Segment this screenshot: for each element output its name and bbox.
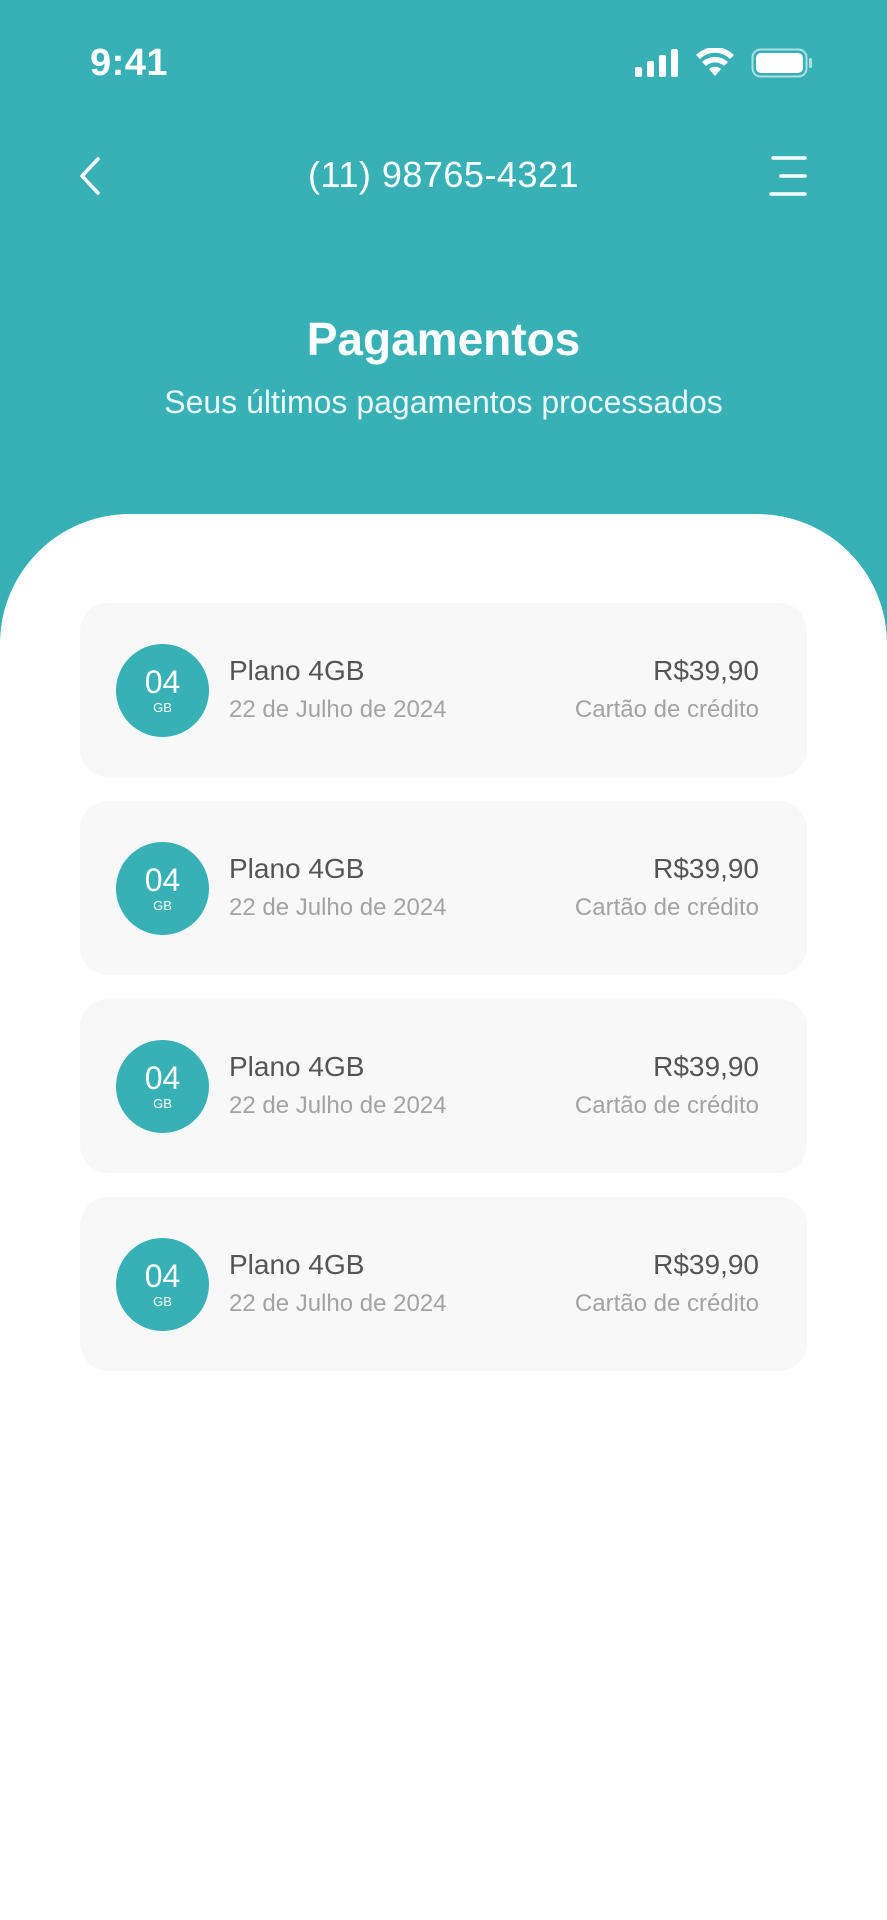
page-subtitle: Seus últimos pagamentos processados <box>164 384 723 420</box>
payment-card[interactable]: 04 GB Plano 4GB 22 de Julho de 2024 R$39… <box>80 1197 807 1371</box>
payment-method: Cartão de crédito <box>574 1290 759 1317</box>
wifi-icon <box>696 48 734 76</box>
badge-number: 04 <box>144 663 181 700</box>
top-navigation: (11) 98765-4321 <box>0 140 887 212</box>
payment-date: 22 de Julho de 2024 <box>229 1092 447 1119</box>
plan-badge: 04 GB <box>116 842 209 935</box>
payment-method: Cartão de crédito <box>574 1092 759 1119</box>
badge-number: 04 <box>144 861 181 898</box>
payment-card[interactable]: 04 GB Plano 4GB 22 de Julho de 2024 R$39… <box>80 603 807 777</box>
payment-card[interactable]: 04 GB Plano 4GB 22 de Julho de 2024 R$39… <box>80 801 807 975</box>
status-time: 9:41 <box>90 42 169 84</box>
payment-date: 22 de Julho de 2024 <box>229 1290 447 1317</box>
badge-unit: GB <box>153 1293 172 1309</box>
signal-icon <box>635 49 678 77</box>
status-bar: 9:41 <box>0 0 887 130</box>
badge-unit: GB <box>153 699 172 715</box>
plan-name: Plano 4GB <box>229 1249 365 1280</box>
plan-name: Plano 4GB <box>229 853 365 884</box>
payment-card[interactable]: 04 GB Plano 4GB 22 de Julho de 2024 R$39… <box>80 999 807 1173</box>
payment-method: Cartão de crédito <box>574 894 759 921</box>
menu-icon <box>769 156 807 196</box>
menu-button[interactable] <box>767 154 809 198</box>
plan-badge: 04 GB <box>116 1040 209 1133</box>
badge-number: 04 <box>144 1257 181 1294</box>
plan-name: Plano 4GB <box>229 1051 365 1082</box>
payment-date: 22 de Julho de 2024 <box>229 696 447 723</box>
badge-unit: GB <box>153 897 172 913</box>
payment-amount: R$39,90 <box>653 1249 759 1280</box>
plan-badge: 04 GB <box>116 1238 209 1331</box>
payment-amount: R$39,90 <box>653 1051 759 1082</box>
plan-badge: 04 GB <box>116 644 209 737</box>
page-title: Pagamentos <box>306 313 581 365</box>
payment-amount: R$39,90 <box>653 853 759 884</box>
badge-unit: GB <box>153 1095 172 1111</box>
payment-method: Cartão de crédito <box>574 696 759 723</box>
battery-icon <box>751 48 812 78</box>
payment-date: 22 de Julho de 2024 <box>229 894 447 921</box>
payment-amount: R$39,90 <box>653 655 759 686</box>
phone-number: (11) 98765-4321 <box>307 154 580 195</box>
badge-number: 04 <box>144 1059 181 1096</box>
status-icons <box>635 48 813 78</box>
plan-name: Plano 4GB <box>229 655 365 686</box>
payments-list: 04 GB Plano 4GB 22 de Julho de 2024 R$39… <box>80 603 807 1395</box>
